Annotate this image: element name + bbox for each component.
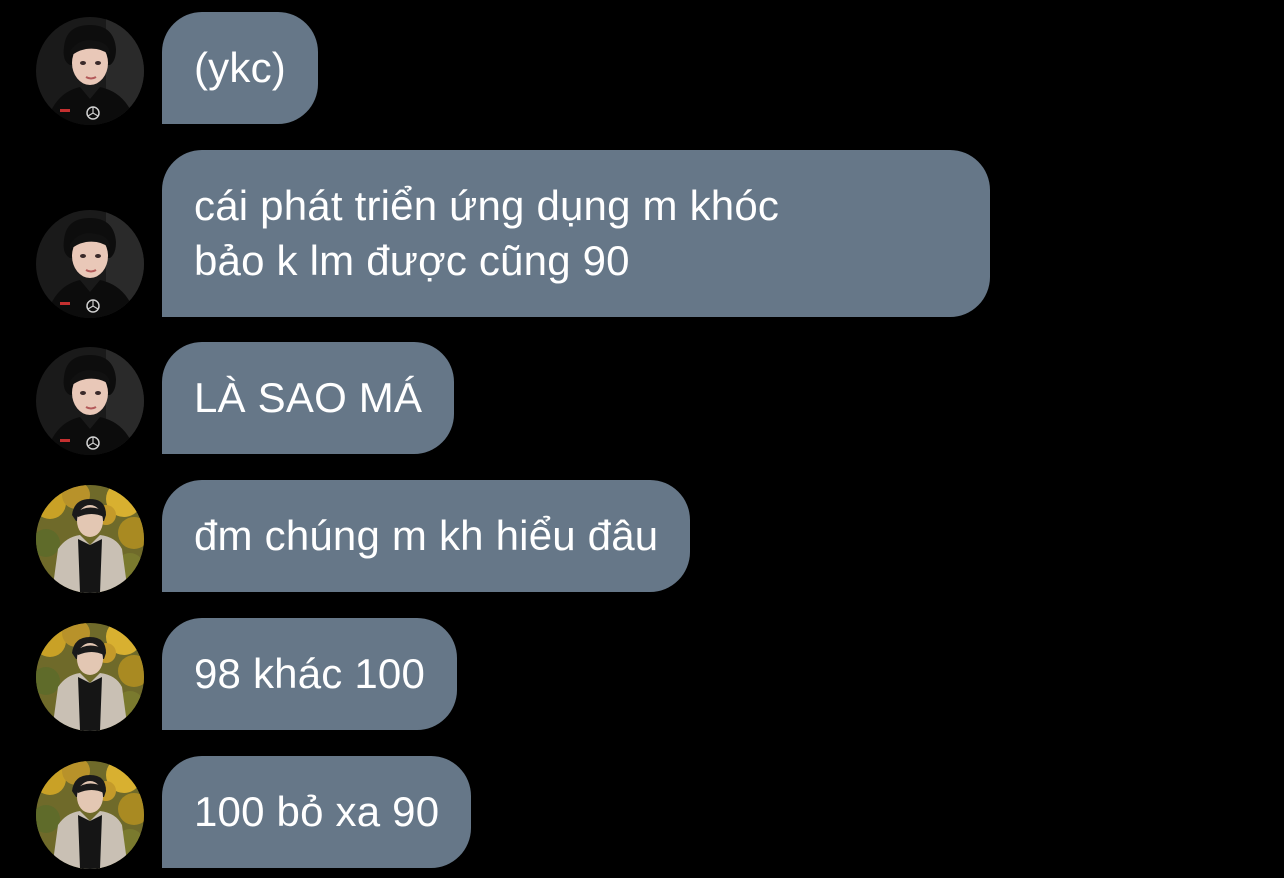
avatar-dark-shirt-icon — [36, 347, 144, 455]
avatar-dark-shirt-icon — [36, 210, 144, 318]
message-bubble[interactable]: 98 khác 100 — [162, 618, 458, 730]
avatar[interactable] — [36, 17, 144, 125]
message-bubble[interactable]: 100 bỏ xa 90 — [162, 756, 472, 868]
avatar-dark-shirt-icon — [36, 17, 144, 125]
message-bubble[interactable]: cái phát triển ứng dụng m khóc bảo k lm … — [162, 150, 990, 317]
avatar[interactable] — [36, 623, 144, 731]
message-bubble[interactable]: (ykc) — [162, 12, 318, 124]
avatar[interactable] — [36, 210, 144, 318]
message-bubble[interactable]: LÀ SAO MÁ — [162, 342, 455, 454]
avatar[interactable] — [36, 485, 144, 593]
message-bubble[interactable]: đm chúng m kh hiểu đâu — [162, 480, 691, 592]
avatar-autumn-trees-icon — [36, 623, 144, 731]
chat-thread: (ykc) cái phát triển ứng dụng m khóc bảo… — [0, 0, 1284, 878]
avatar-autumn-trees-icon — [36, 761, 144, 869]
avatar[interactable] — [36, 347, 144, 455]
avatar[interactable] — [36, 761, 144, 869]
avatar-autumn-trees-icon — [36, 485, 144, 593]
